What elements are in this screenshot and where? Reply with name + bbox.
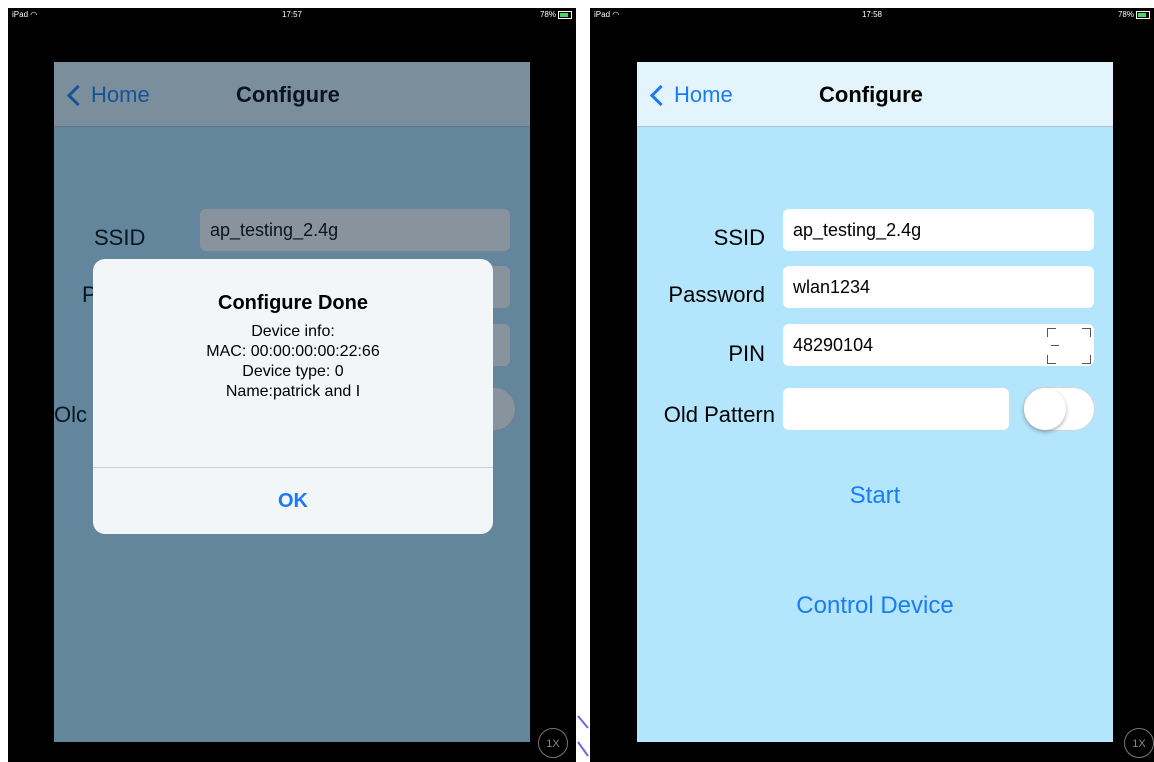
app-screen: Home Configure SSID ap_testing_2.4g Pass…: [637, 62, 1113, 742]
old-pattern-label: Old Pattern: [663, 402, 775, 427]
alert-line: MAC: 00:00:00:00:22:66: [206, 343, 380, 360]
old-pattern-field[interactable]: [783, 388, 1009, 430]
alert-line: Device info:: [251, 323, 335, 340]
status-bar: iPad ◠ 17:58 78%: [590, 8, 1154, 22]
alert-line: Name:patrick and I: [225, 383, 361, 400]
alert-dialog: Configure Done Device info: MAC: 00:00:0…: [93, 259, 493, 534]
battery-icon: [558, 10, 572, 19]
old-pattern-toggle[interactable]: [1023, 387, 1095, 431]
alert-line: Device type: 0: [242, 363, 344, 380]
ssid-field[interactable]: ap_testing_2.4g: [783, 209, 1094, 251]
back-button-label: Home: [674, 82, 733, 107]
barcode-scan-icon[interactable]: [1047, 328, 1091, 364]
pin-label: PIN: [728, 341, 765, 366]
app-screen: Home Configure SSID ap_testing_2.4g Pa O…: [54, 62, 530, 742]
left-device-screenshot: iPad ◠ 17:57 78% Home Configure SSID ap_…: [8, 8, 576, 762]
right-device-screenshot: iPad ◠ 17:58 78% Home Configure SSID ap_…: [590, 8, 1154, 762]
status-time: 17:57: [281, 10, 303, 19]
nav-bar: Home Configure: [637, 62, 1113, 127]
zoom-1x-button[interactable]: 1X: [1124, 728, 1154, 758]
password-label: Password: [668, 282, 765, 307]
battery-icon: [1136, 10, 1150, 19]
chevron-left-icon: [649, 84, 672, 106]
ssid-label: SSID: [713, 225, 765, 250]
battery-percent: 78%: [1117, 10, 1134, 19]
status-time: 17:58: [861, 10, 883, 19]
start-button[interactable]: Start: [825, 482, 925, 510]
status-bar: iPad ◠ 17:57 78%: [8, 8, 576, 22]
page-title: Configure: [819, 82, 923, 107]
password-field[interactable]: wlan1234: [783, 266, 1094, 308]
zoom-1x-button[interactable]: 1X: [538, 728, 568, 758]
ok-button[interactable]: OK: [93, 468, 493, 534]
control-device-button[interactable]: Control Device: [755, 592, 995, 620]
alert-message: Device info: MAC: 00:00:00:00:22:66 Devi…: [93, 322, 493, 402]
back-button[interactable]: Home: [649, 80, 733, 110]
toggle-knob: [1024, 388, 1066, 430]
alert-title: Configure Done: [218, 292, 368, 314]
battery-percent: 78%: [539, 10, 556, 19]
